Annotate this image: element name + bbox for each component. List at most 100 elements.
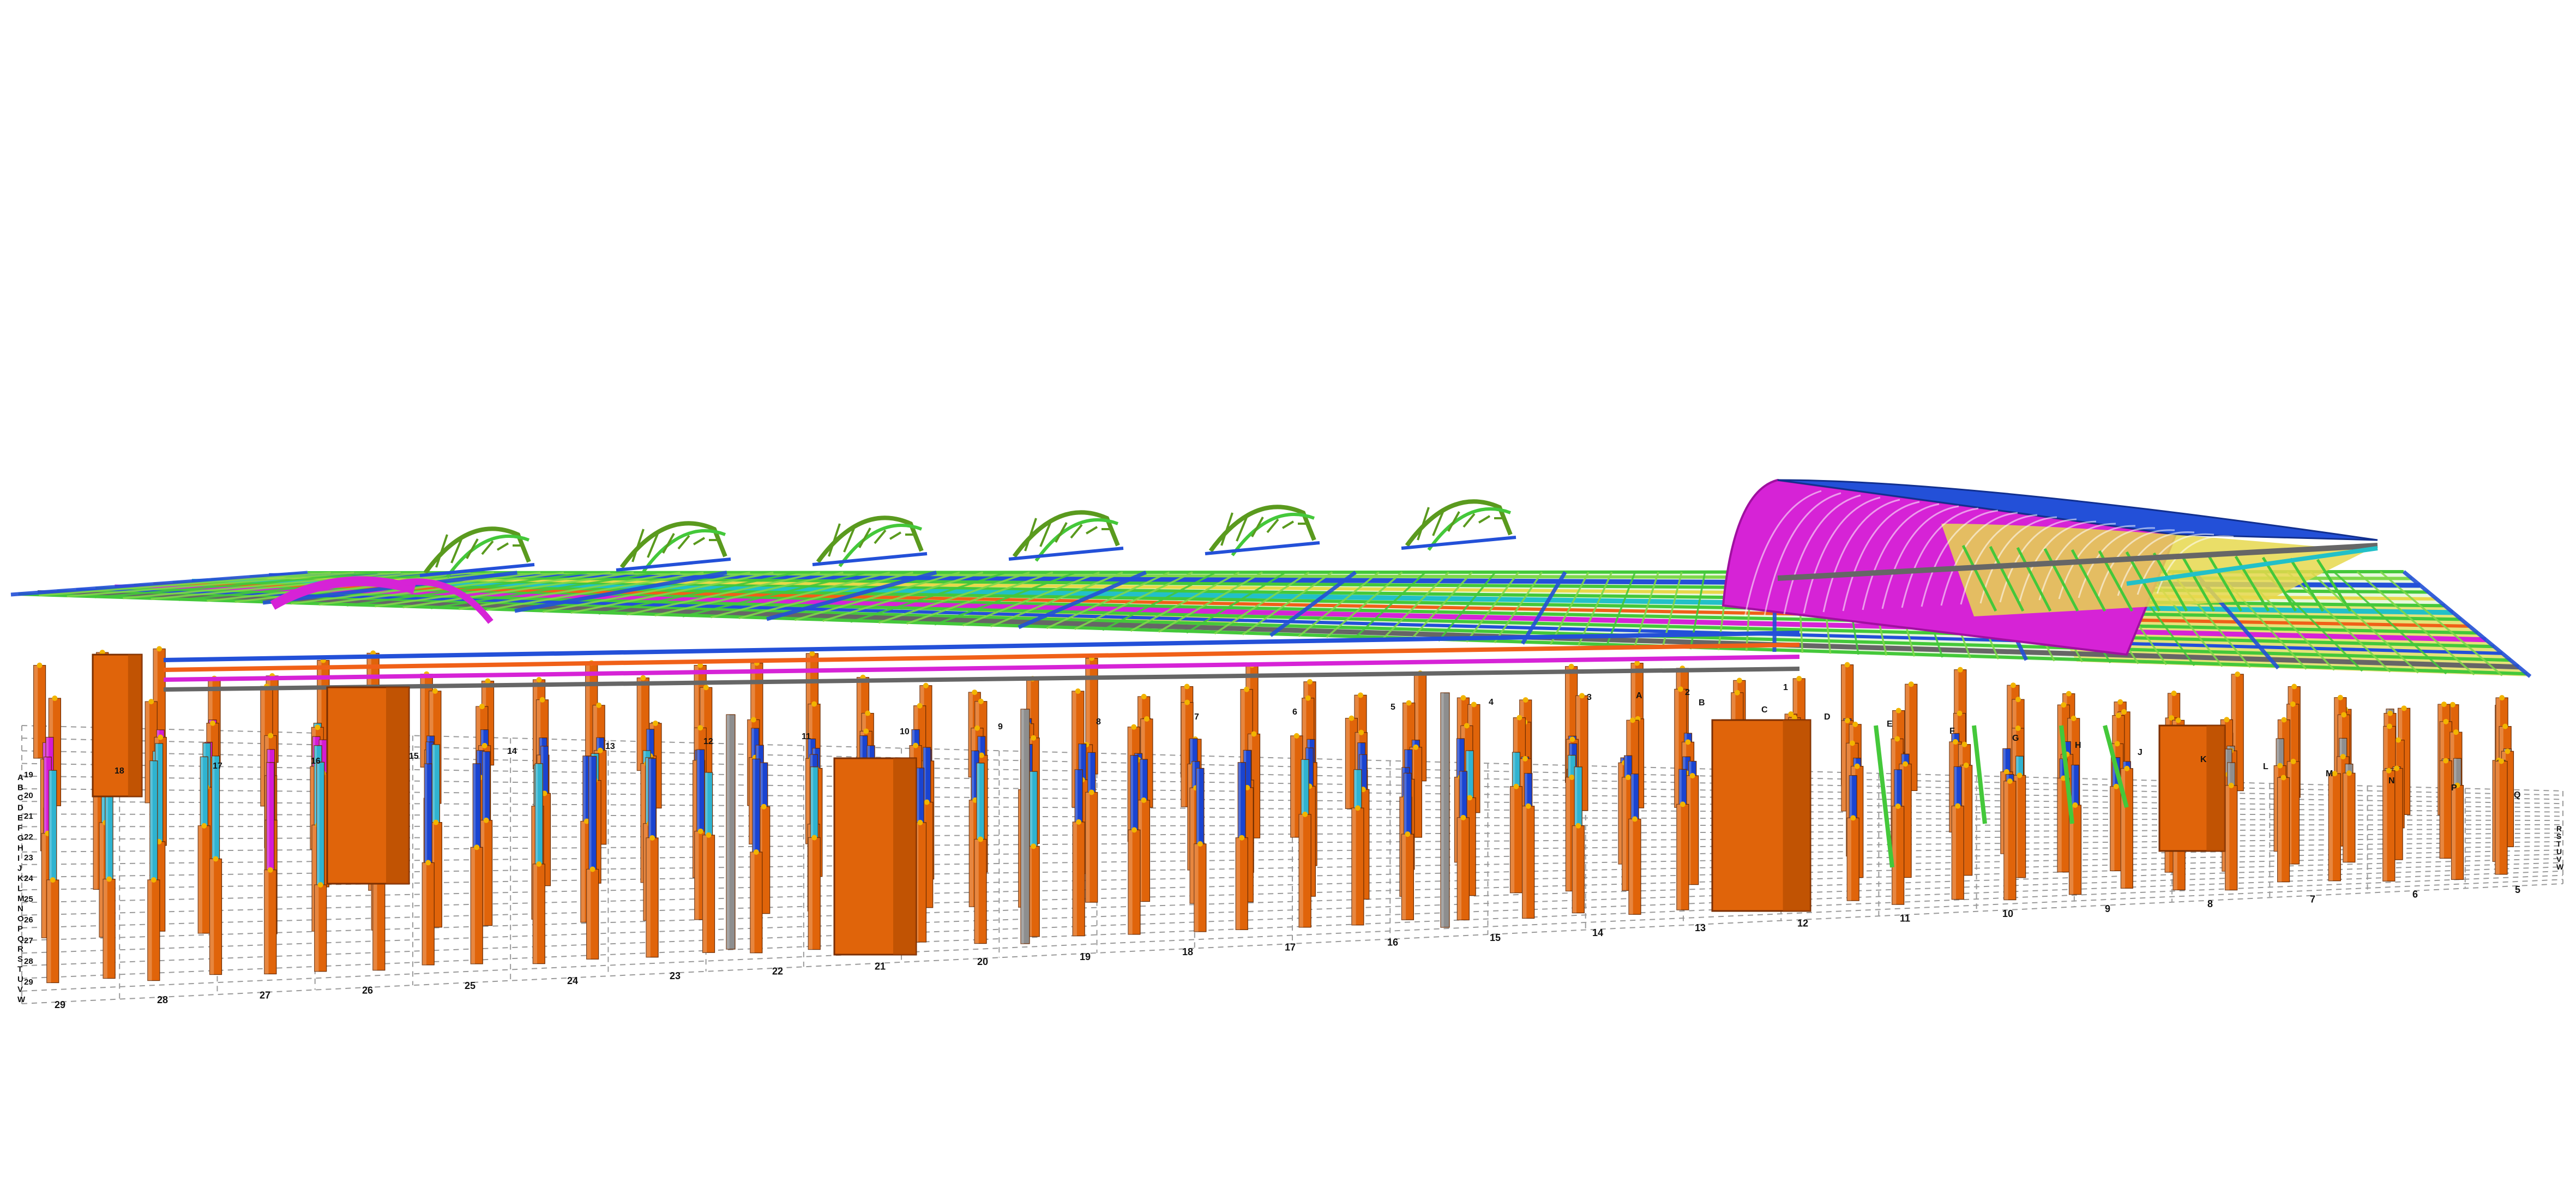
column-cap [974,726,980,731]
column-cap [2505,748,2510,754]
column-cap [2015,697,2021,702]
column-cap [268,733,273,738]
pile-column-highlight [1190,788,1194,903]
core-center-side [893,758,916,955]
steel-column-highlight [648,759,651,838]
grid-label-left-letter: G [17,834,24,843]
column-cap [1855,764,1860,769]
core-far-right-side [2206,726,2225,851]
column-cap [2073,802,2078,808]
pile-column-highlight [2383,771,2387,882]
grid-label-left-letter: K [17,874,23,883]
column-cap [2340,754,2346,759]
grid-label-front: 12 [1797,918,1808,928]
grid-label-upper: 2 [1685,688,1690,697]
pile-column-highlight [1299,814,1303,927]
grid-label-left-letter: M [17,894,25,903]
column-cap [863,728,869,734]
steel-column-highlight [705,772,708,835]
steel-column-highlight [1849,776,1852,818]
pile-column-highlight [148,880,152,981]
grid-label-upper: 14 [507,747,517,756]
grid-label-back: G [2012,734,2019,743]
grid-label-left-number: 26 [24,915,33,925]
pile-column-highlight [34,666,38,758]
steel-column-highlight [44,757,46,834]
pile-column-highlight [969,800,973,907]
column-cap [923,683,929,688]
grid-label-front: 28 [157,994,168,1005]
column-cap [809,651,815,656]
grid-label-left-number: 21 [24,812,33,821]
column-cap [1903,762,1908,767]
column-cap [2338,695,2343,700]
pile-column-highlight [1677,804,1681,910]
column-cap [2291,684,2297,690]
column-cap [2011,682,2016,688]
column-cap [2277,763,2283,769]
column-cap [979,753,984,758]
steel-column-highlight [317,762,320,885]
column-cap [754,849,759,855]
pile-column-highlight [2225,786,2230,890]
column-cap [1852,722,1858,727]
column-cap [1467,795,1472,800]
column-cap [1514,784,1519,789]
column-cap [1349,716,1354,721]
column-cap [201,823,207,829]
column-cap [917,703,923,709]
pile-column-highlight [1194,844,1199,932]
model-viewport[interactable]: 2928272625242322212019181716151413121110… [0,0,2576,1178]
grid-label-left-letter: A [17,773,23,782]
column-cap [484,818,489,823]
column-cap [2114,784,2119,789]
column-cap [1239,835,1244,841]
pile-column-highlight [1086,792,1090,902]
column-cap [649,835,655,841]
grid-label-front: 23 [670,970,681,981]
grid-label-front: 8 [2207,898,2213,909]
pile-column-highlight [315,885,319,972]
column-cap [1131,827,1137,832]
column-cap [432,688,438,694]
pile-column-highlight [1457,818,1461,920]
grid-label-left-number: 27 [24,936,33,945]
column-cap [1796,676,1802,681]
structural-3d-model[interactable]: 2928272625242322212019181716151413121110… [0,0,2576,1178]
column-cap [913,743,918,748]
pile-column-highlight [2343,773,2348,862]
column-cap [2502,724,2508,729]
column-cap [2450,702,2455,708]
grid-label-upper: 16 [311,757,321,766]
column-cap [540,697,545,703]
pile-column-highlight [646,838,651,957]
pile-column-highlight [2451,786,2455,880]
steel-column-highlight [483,752,485,820]
grid-label-front: 15 [1490,932,1501,943]
pile-column-highlight [1629,819,1633,914]
grid-label-front: 7 [2310,894,2315,904]
grid-label-left-letter: L [17,884,22,894]
pile-column-highlight [1510,787,1515,893]
column-cap [2066,691,2072,697]
column-cap [1626,775,1631,780]
column-cap [1686,739,1691,745]
steel-column-highlight [2276,739,2279,766]
grid-label-left-number: 29 [24,978,33,987]
steel-column-highlight [810,767,813,838]
column-cap [751,717,756,722]
grid-label-upper: 17 [213,762,222,771]
steel-column-highlight [49,770,52,880]
steel-column-highlight [1631,774,1634,819]
pile-column-highlight [637,678,641,771]
grid-label-left-letter: I [17,854,20,863]
column-cap [2235,672,2240,677]
grid-label-left-number: 20 [24,791,33,800]
steel-column-highlight [753,759,755,852]
column-cap [1962,742,1967,747]
pile-column-highlight [1345,718,1350,809]
pile-column-highlight [264,870,269,974]
grid-label-front: 26 [362,985,373,996]
column-cap [1964,763,1969,768]
steel-column-highlight [481,730,484,746]
